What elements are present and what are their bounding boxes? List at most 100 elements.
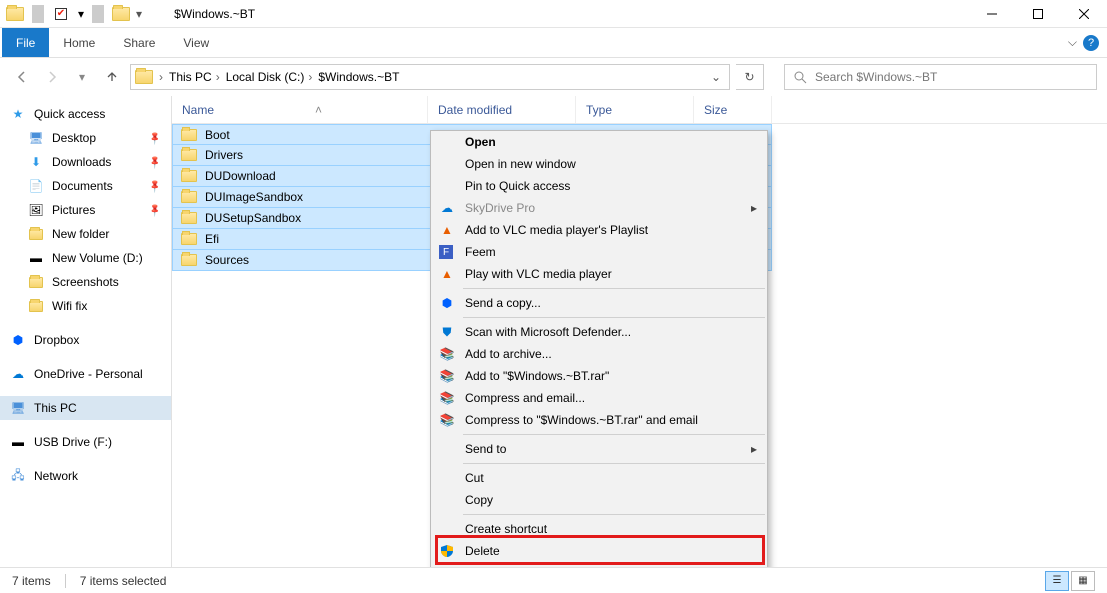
ribbon-tabs: File Home Share View ⌵ ? [0, 28, 1107, 58]
separator [92, 5, 104, 23]
dropbox-icon: ⬢ [439, 295, 455, 311]
close-button[interactable] [1061, 0, 1107, 28]
thumbnails-view-button[interactable]: ▦ [1071, 571, 1095, 591]
back-button[interactable] [10, 65, 34, 89]
column-type[interactable]: Type [576, 96, 694, 123]
tab-share[interactable]: Share [109, 28, 169, 57]
folder-icon [181, 170, 197, 182]
properties-qat-icon[interactable]: ✔ [52, 5, 70, 23]
window-title: $Windows.~BT [174, 7, 255, 21]
status-item-count: 7 items [12, 574, 51, 588]
ctx-cut[interactable]: Cut [431, 467, 767, 489]
sidebar-wifi-fix[interactable]: Wifi fix [0, 294, 171, 318]
tab-home[interactable]: Home [49, 28, 109, 57]
onedrive-icon: ☁ [10, 366, 26, 382]
ctx-pin-quick-access[interactable]: Pin to Quick access [431, 175, 767, 197]
sidebar-usb-drive[interactable]: ▬USB Drive (F:) [0, 430, 171, 454]
address-bar[interactable]: › This PC › Local Disk (C:) › $Windows.~… [130, 64, 730, 90]
sidebar-new-folder[interactable]: New folder [0, 222, 171, 246]
winrar-icon: 📚 [439, 368, 455, 384]
window-controls [969, 0, 1107, 28]
navigation-bar: ▾ › This PC › Local Disk (C:) › $Windows… [0, 58, 1107, 96]
folder-icon [28, 298, 44, 314]
ctx-defender-scan[interactable]: ⛊Scan with Microsoft Defender... [431, 321, 767, 343]
qat-dropdown-icon[interactable]: ▾ [78, 7, 84, 21]
ctx-add-rar[interactable]: 📚Add to "$Windows.~BT.rar" [431, 365, 767, 387]
breadcrumb-this-pc[interactable]: This PC › [169, 70, 220, 84]
ctx-send-to[interactable]: Send to▸ [431, 438, 767, 460]
breadcrumb-local-disk[interactable]: Local Disk (C:) › [226, 70, 313, 84]
sidebar-new-volume[interactable]: ▬New Volume (D:) [0, 246, 171, 270]
documents-icon: 📄 [28, 178, 44, 194]
ctx-vlc-play[interactable]: ▲Play with VLC media player [431, 263, 767, 285]
ctx-copy[interactable]: Copy [431, 489, 767, 511]
column-name[interactable]: Name˄ [172, 96, 428, 123]
maximize-button[interactable] [1015, 0, 1061, 28]
sidebar-downloads[interactable]: ⬇Downloads [0, 150, 171, 174]
ctx-feem[interactable]: FFeem [431, 241, 767, 263]
forward-button[interactable] [40, 65, 64, 89]
minimize-button[interactable] [969, 0, 1015, 28]
ctx-compress-email[interactable]: 📚Compress and email... [431, 387, 767, 409]
recent-locations-icon[interactable]: ▾ [70, 65, 94, 89]
chevron-right-icon[interactable]: › [308, 70, 312, 84]
context-menu: Open Open in new window Pin to Quick acc… [430, 130, 768, 585]
breadcrumb-current[interactable]: $Windows.~BT [318, 70, 399, 84]
up-button[interactable] [100, 65, 124, 89]
shield-icon: ⛊ [439, 324, 455, 340]
column-date[interactable]: Date modified [428, 96, 576, 123]
folder-icon [28, 226, 44, 242]
column-size[interactable]: Size [694, 96, 772, 123]
star-icon: ★ [10, 106, 26, 122]
ribbon-expand-icon[interactable]: ⌵ [1068, 35, 1077, 50]
sidebar-screenshots[interactable]: Screenshots [0, 270, 171, 294]
folder-icon [181, 129, 197, 141]
folder-icon [181, 149, 197, 161]
address-dropdown-icon[interactable]: ⌄ [707, 70, 725, 84]
dropbox-icon: ⬢ [10, 332, 26, 348]
tab-view[interactable]: View [169, 28, 223, 57]
feem-icon: F [439, 245, 453, 259]
menu-divider [463, 317, 765, 318]
help-icon[interactable]: ? [1083, 35, 1099, 51]
separator [65, 574, 66, 588]
sidebar-network[interactable]: 🖧Network [0, 464, 171, 488]
qat-expand-icon[interactable]: ▾ [136, 7, 142, 21]
search-input[interactable]: Search $Windows.~BT [784, 64, 1097, 90]
folder-icon [181, 191, 197, 203]
sidebar-this-pc[interactable]: 🖥This PC [0, 396, 171, 420]
chevron-right-icon[interactable]: › [216, 70, 220, 84]
ctx-open[interactable]: Open [431, 131, 767, 153]
sidebar-dropbox[interactable]: ⬢Dropbox [0, 328, 171, 352]
ctx-vlc-add[interactable]: ▲Add to VLC media player's Playlist [431, 219, 767, 241]
desktop-icon: 🖥 [28, 130, 44, 146]
sidebar-documents[interactable]: 📄Documents [0, 174, 171, 198]
ctx-skydrive-pro[interactable]: ☁SkyDrive Pro▸ [431, 197, 767, 219]
search-placeholder: Search $Windows.~BT [815, 70, 937, 84]
ctx-create-shortcut[interactable]: Create shortcut [431, 518, 767, 540]
sidebar-onedrive[interactable]: ☁OneDrive - Personal [0, 362, 171, 386]
status-bar: 7 items 7 items selected ☰ ▦ [0, 567, 1107, 593]
ctx-send-copy[interactable]: ⬢Send a copy... [431, 292, 767, 314]
sidebar-pictures[interactable]: 🖼Pictures [0, 198, 171, 222]
folder-qat-icon[interactable] [112, 5, 130, 23]
this-pc-icon: 🖥 [10, 400, 26, 416]
status-selected-count: 7 items selected [80, 574, 167, 588]
downloads-icon: ⬇ [28, 154, 44, 170]
ctx-open-new-window[interactable]: Open in new window [431, 153, 767, 175]
menu-divider [463, 463, 765, 464]
title-bar: ✔ ▾ ▾ $Windows.~BT [0, 0, 1107, 28]
usb-icon: ▬ [10, 434, 26, 450]
tab-file[interactable]: File [2, 28, 49, 57]
sidebar-desktop[interactable]: 🖥Desktop [0, 126, 171, 150]
sidebar-quick-access[interactable]: ★Quick access [0, 102, 171, 126]
folder-icon [135, 68, 153, 86]
cloud-icon: ☁ [439, 200, 455, 216]
ctx-delete[interactable]: Delete [431, 540, 767, 562]
details-view-button[interactable]: ☰ [1045, 571, 1069, 591]
ctx-add-archive[interactable]: 📚Add to archive... [431, 343, 767, 365]
chevron-right-icon[interactable]: › [159, 70, 163, 84]
folder-icon [28, 274, 44, 290]
ctx-compress-rar-email[interactable]: 📚Compress to "$Windows.~BT.rar" and emai… [431, 409, 767, 431]
refresh-button[interactable]: ↻ [736, 64, 764, 90]
